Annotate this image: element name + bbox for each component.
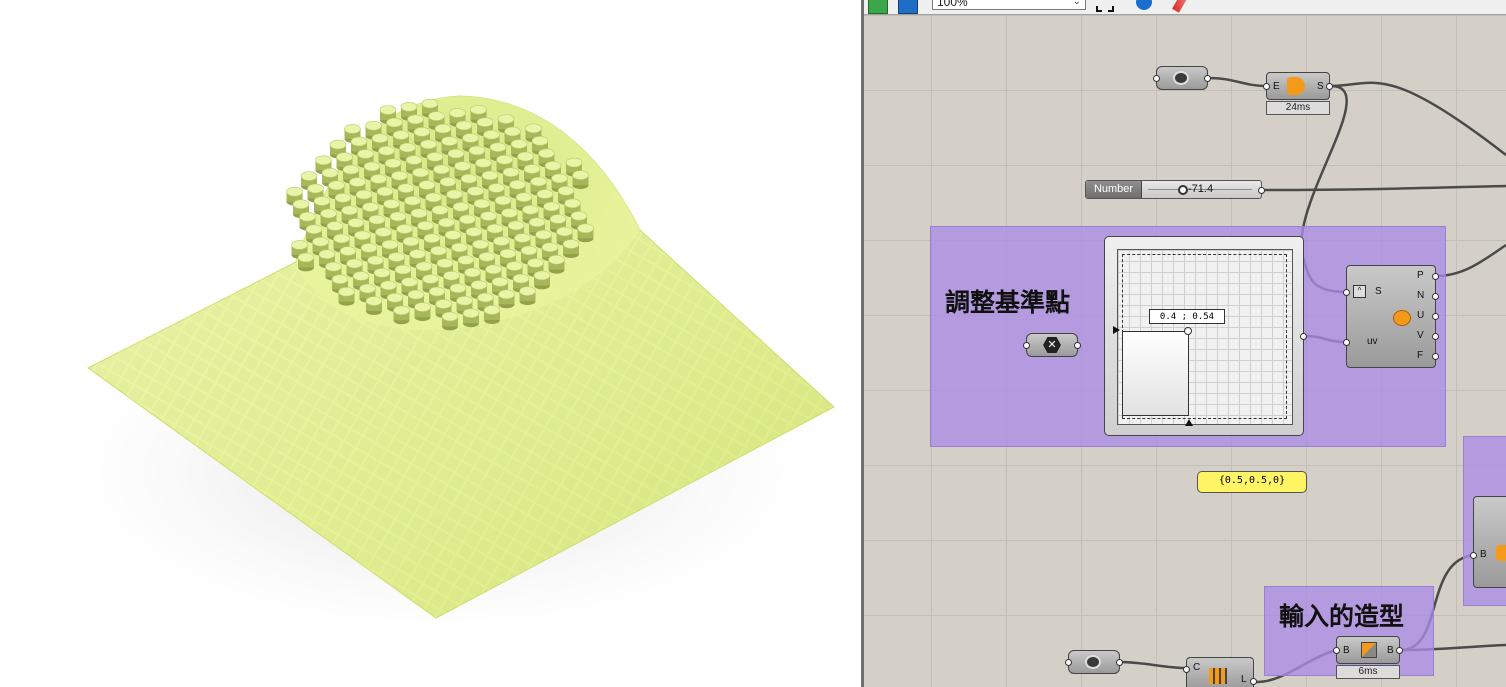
surface-input-icon: ^ (1353, 285, 1366, 298)
bottom-output-l-label: L (1241, 674, 1247, 685)
peg (548, 254, 565, 274)
bottom-component[interactable]: C L (1183, 657, 1257, 687)
input-uv-label: uv (1367, 336, 1378, 347)
box-icon (1361, 642, 1377, 658)
zoom-select[interactable]: 100% ⌄ (932, 0, 1086, 10)
peg (462, 308, 480, 328)
output-u-label: U (1417, 310, 1425, 321)
md-slider-handle[interactable] (1184, 327, 1192, 335)
right-comp-icon (1496, 545, 1506, 561)
brep-input-label: B (1343, 645, 1350, 656)
geometry-param[interactable] (1153, 66, 1211, 90)
brep-timer-label: 6ms (1336, 665, 1400, 679)
output-p-label: P (1417, 270, 1424, 281)
point-param[interactable]: ✕ (1023, 333, 1081, 357)
rhino-viewport[interactable] (0, 0, 861, 687)
edge-icon (1287, 77, 1305, 95)
brep-output-label: B (1387, 645, 1394, 656)
peg (441, 311, 459, 331)
peg (519, 286, 536, 306)
y-arrow-icon (1113, 326, 1120, 334)
group-title-input-shape: 輸入的造型 (1279, 602, 1405, 631)
peg (533, 270, 551, 290)
input-e-label: E (1273, 81, 1280, 92)
md-slider-readout: 0.4 ; 0.54 (1149, 309, 1225, 324)
evaluate-icon (1393, 310, 1411, 326)
save-icon[interactable] (898, 0, 918, 14)
number-slider[interactable]: Number -71.4 (1085, 180, 1265, 199)
preview-eye-icon[interactable] (1136, 0, 1152, 10)
peg (414, 302, 431, 322)
peg (498, 289, 515, 309)
point-param-icon: ✕ (1043, 337, 1061, 353)
zoom-value: 100% (937, 0, 968, 9)
zoom-extents-icon[interactable] (1096, 0, 1114, 12)
bottom-geometry-param[interactable] (1065, 650, 1123, 674)
md-slider[interactable]: 0.4 ; 0.54 (1104, 236, 1307, 436)
x-arrow-icon (1185, 419, 1193, 426)
output-f-label: F (1417, 350, 1424, 361)
input-s-label: S (1375, 286, 1382, 297)
output-v-label: V (1417, 330, 1424, 341)
chevron-down-icon: ⌄ (1072, 0, 1081, 7)
peg (483, 305, 501, 324)
canvas-toolbar: 100% ⌄ (864, 0, 1506, 15)
point-panel[interactable]: {0.5,0.5,0} (1197, 471, 1307, 493)
right-input-b-label: B (1480, 549, 1487, 560)
surface-render (10, 95, 861, 660)
output-s-label: S (1317, 81, 1324, 92)
bottom-comp-icon (1209, 668, 1227, 684)
new-file-icon[interactable] (868, 0, 888, 14)
brep-component[interactable]: B B (1333, 636, 1403, 664)
edge-component[interactable]: E S (1263, 72, 1333, 100)
slider-label: Number (1086, 181, 1142, 198)
timer-label: 24ms (1266, 101, 1330, 115)
slider-value: -71.4 (1188, 183, 1214, 195)
peg (338, 286, 355, 306)
peg (577, 223, 594, 243)
peg (562, 239, 580, 258)
peg (297, 252, 315, 272)
geometry-icon (1173, 71, 1189, 85)
bottom-input-c-label: C (1193, 662, 1201, 673)
grasshopper-canvas[interactable]: 調整基準點 輸入的造型 E S 24ms Number -71.4 ✕ 0.4 … (864, 0, 1506, 687)
peg (393, 305, 410, 325)
group-title-adjust-point: 調整基準點 (945, 288, 1071, 317)
peg (572, 170, 589, 190)
right-component[interactable]: B (1470, 496, 1506, 588)
slider-grip[interactable] (1178, 185, 1188, 195)
evaluate-surface-component[interactable]: ^ S uv P N U V F (1343, 265, 1439, 368)
sketch-pen-icon[interactable] (1172, 0, 1188, 13)
output-n-label: N (1417, 290, 1425, 301)
peg (365, 296, 383, 315)
bottom-geometry-icon (1085, 655, 1101, 669)
md-slider-grid (1117, 249, 1293, 425)
